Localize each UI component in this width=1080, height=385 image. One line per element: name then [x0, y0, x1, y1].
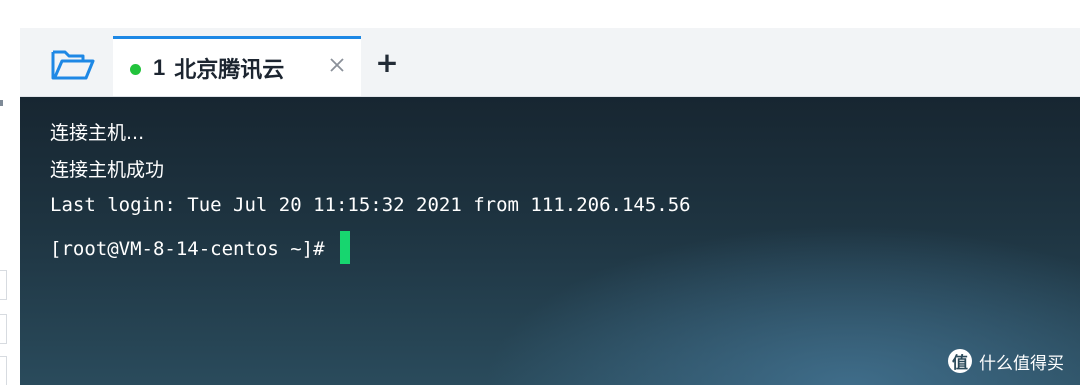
tab-bar: 1 北京腾讯云 + — [20, 28, 1080, 97]
terminal-line: Last login: Tue Jul 20 11:15:32 2021 fro… — [50, 194, 691, 216]
terminal-line: 连接主机成功 — [50, 159, 165, 181]
edge-control — [0, 314, 7, 344]
close-icon[interactable] — [329, 57, 345, 73]
terminal-prompt-line: [root@VM-8-14-centos ~]# — [50, 231, 350, 264]
add-tab-button[interactable]: + — [372, 42, 402, 82]
terminal-app-window: 1 北京腾讯云 + 连接主机... 连接主机成功 Last login: Tue… — [20, 28, 1080, 385]
edge-control — [0, 356, 7, 385]
watermark-logo: 值 — [948, 349, 972, 373]
watermark-text: 什么值得买 — [979, 353, 1064, 374]
tab-session-1[interactable]: 1 北京腾讯云 — [113, 36, 361, 96]
edge-control — [0, 270, 7, 300]
edge-marker — [0, 100, 3, 106]
folder-open-icon — [51, 50, 95, 80]
terminal-cursor — [339, 231, 350, 264]
open-session-button[interactable] — [33, 36, 114, 92]
background-window-edge — [0, 0, 20, 385]
terminal-line: 连接主机... — [50, 122, 145, 144]
screenshot-page: 1 北京腾讯云 + 连接主机... 连接主机成功 Last login: Tue… — [0, 0, 1080, 385]
shell-prompt: [root@VM-8-14-centos ~]# — [50, 238, 336, 260]
terminal-output[interactable]: 连接主机... 连接主机成功 Last login: Tue Jul 20 11… — [20, 97, 1080, 385]
tab-title: 北京腾讯云 — [174, 57, 285, 83]
tab-number: 1 — [153, 54, 166, 80]
connected-status-dot — [130, 64, 141, 75]
watermark: 值 什么值得买 — [948, 346, 1064, 376]
